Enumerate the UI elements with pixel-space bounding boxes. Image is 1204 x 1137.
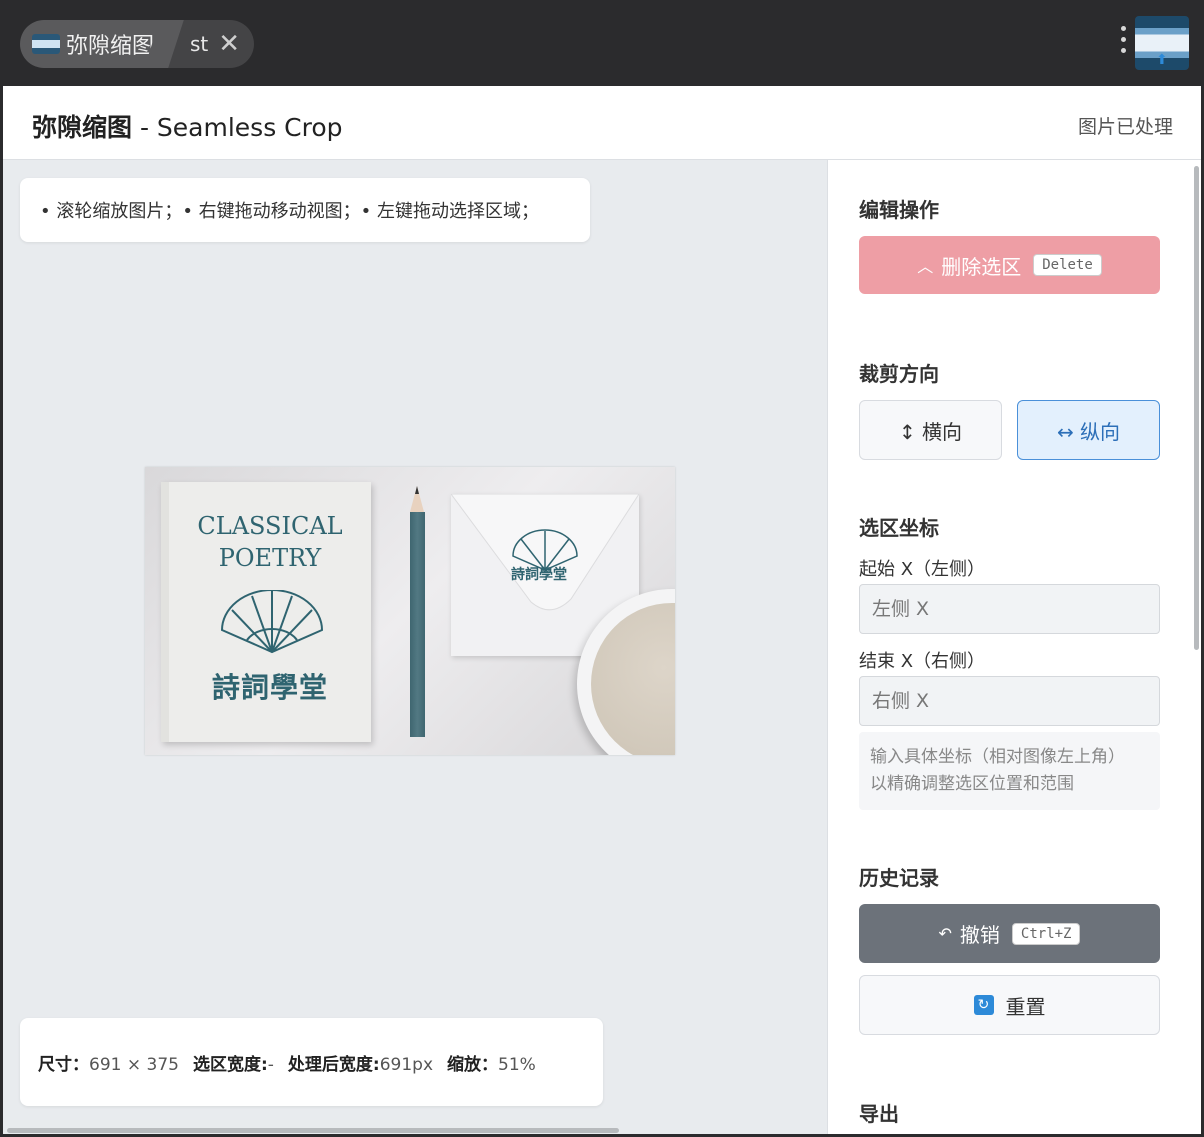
canvas-area[interactable]: • 滚轮缩放图片；• 右键拖动移动视图；• 左键拖动选择区域； CLASSICA…: [3, 160, 827, 1134]
page-title-rest: - Seamless Crop: [132, 113, 343, 142]
undo-icon: ↶: [938, 924, 952, 943]
section-title-edit: 编辑操作: [859, 198, 939, 222]
page-title: 弥隙缩图 - Seamless Crop: [32, 108, 343, 144]
image-pencil: [410, 486, 425, 737]
info-processed-value: 691px: [379, 1054, 434, 1075]
section-title-coords: 选区坐标: [859, 516, 939, 540]
info-selection: 选区宽度:-: [193, 1050, 274, 1075]
vertical-scrollbar[interactable]: [1194, 166, 1199, 650]
image-book-title: CLASSICAL POETRY: [169, 510, 371, 574]
tab-app-label: 弥隙缩图: [66, 34, 155, 59]
control-panel: 编辑操作 ︿ 删除选区 Delete 裁剪方向 ↕ 横向 ↔ 纵向 选区坐标 起…: [827, 160, 1201, 1134]
image-book: CLASSICAL POETRY 詩詞學堂: [161, 482, 371, 742]
tab-group: 弥隙缩图 st ✕: [20, 20, 255, 68]
reset-label: 重置: [1005, 994, 1046, 1019]
section-title-direction: 裁剪方向: [859, 362, 939, 386]
end-x-label: 结束 X（右侧）: [859, 651, 986, 672]
image-book-cn: 詩詞學堂: [211, 671, 328, 704]
info-size-label: 尺寸：: [38, 1054, 89, 1075]
direction-vertical-button[interactable]: ↔ 纵向: [1017, 400, 1160, 460]
info-zoom-value: 51%: [498, 1054, 536, 1075]
image-info-bar: 尺寸：691 × 375 选区宽度:- 处理后宽度:691px 缩放：51%: [20, 1018, 603, 1106]
coords-hint-line2: 以精确调整选区位置和范围: [870, 774, 1074, 794]
coords-hint-line1: 输入具体坐标（相对图像左上角）: [870, 747, 1125, 767]
section-title-export: 导出: [859, 1102, 899, 1126]
refresh-icon: ↻: [973, 995, 994, 1015]
undo-label: 撤销: [959, 923, 1000, 947]
close-icon[interactable]: ✕: [218, 29, 240, 59]
page-title-bold: 弥隙缩图: [32, 113, 133, 142]
info-selection-value: -: [267, 1054, 274, 1075]
app-logo-icon: [32, 34, 60, 54]
info-selection-label: 选区宽度:: [192, 1054, 268, 1075]
info-zoom: 缩放：51%: [447, 1050, 536, 1075]
end-x-input[interactable]: [859, 676, 1160, 726]
delete-selection-label: 删除选区: [941, 254, 1022, 279]
app-header: 弥隙缩图 - Seamless Crop 图片已处理: [3, 86, 1201, 160]
info-size: 尺寸：691 × 375: [38, 1050, 179, 1075]
preview-image[interactable]: CLASSICAL POETRY 詩詞學堂 詩詞學堂: [145, 467, 675, 755]
status-text: 图片已处理: [1077, 116, 1173, 138]
delete-shortcut-key: Delete: [1033, 254, 1102, 276]
app-window: 弥隙缩图 - Seamless Crop 图片已处理 • 滚轮缩放图片；• 右键…: [3, 86, 1201, 1134]
image-book-title-line2: POETRY: [218, 544, 322, 572]
chevron-up-icon: ︿: [917, 257, 934, 276]
direction-horizontal-button[interactable]: ↕ 横向: [859, 400, 1002, 460]
info-processed-label: 处理后宽度:: [287, 1054, 380, 1075]
image-envelope-cn: 詩詞學堂: [511, 567, 567, 583]
section-title-history: 历史记录: [859, 866, 939, 890]
fan-icon: [220, 590, 324, 654]
info-size-value: 691 × 375: [89, 1054, 179, 1075]
envelope-flap: [451, 494, 639, 611]
title-bar: 弥隙缩图 st ✕ ⬆: [0, 0, 1204, 86]
horizontal-scrollbar[interactable]: [3, 1126, 827, 1134]
tab-document-label: st: [190, 32, 209, 56]
coords-hint: 输入具体坐标（相对图像左上角） 以精确调整选区位置和范围: [859, 732, 1160, 810]
reset-button[interactable]: ↻ 重置: [859, 975, 1160, 1035]
start-x-input[interactable]: [859, 584, 1160, 634]
usage-tips: • 滚轮缩放图片；• 右键拖动移动视图；• 左键拖动选择区域；: [20, 178, 590, 242]
undo-shortcut-key: Ctrl+Z: [1011, 922, 1081, 945]
tab-app[interactable]: 弥隙缩图: [20, 20, 165, 68]
info-processed: 处理后宽度:691px: [288, 1050, 433, 1075]
undo-button[interactable]: ↶ 撤销 Ctrl+Z: [859, 904, 1160, 963]
more-menu-icon[interactable]: [1118, 26, 1128, 60]
image-book-title-line1: CLASSICAL: [197, 512, 343, 540]
app-thumbnail-icon[interactable]: ⬆: [1135, 16, 1189, 70]
delete-selection-button[interactable]: ︿ 删除选区 Delete: [859, 236, 1160, 294]
info-zoom-label: 缩放：: [447, 1054, 499, 1075]
start-x-label: 起始 X（左侧）: [859, 559, 986, 580]
